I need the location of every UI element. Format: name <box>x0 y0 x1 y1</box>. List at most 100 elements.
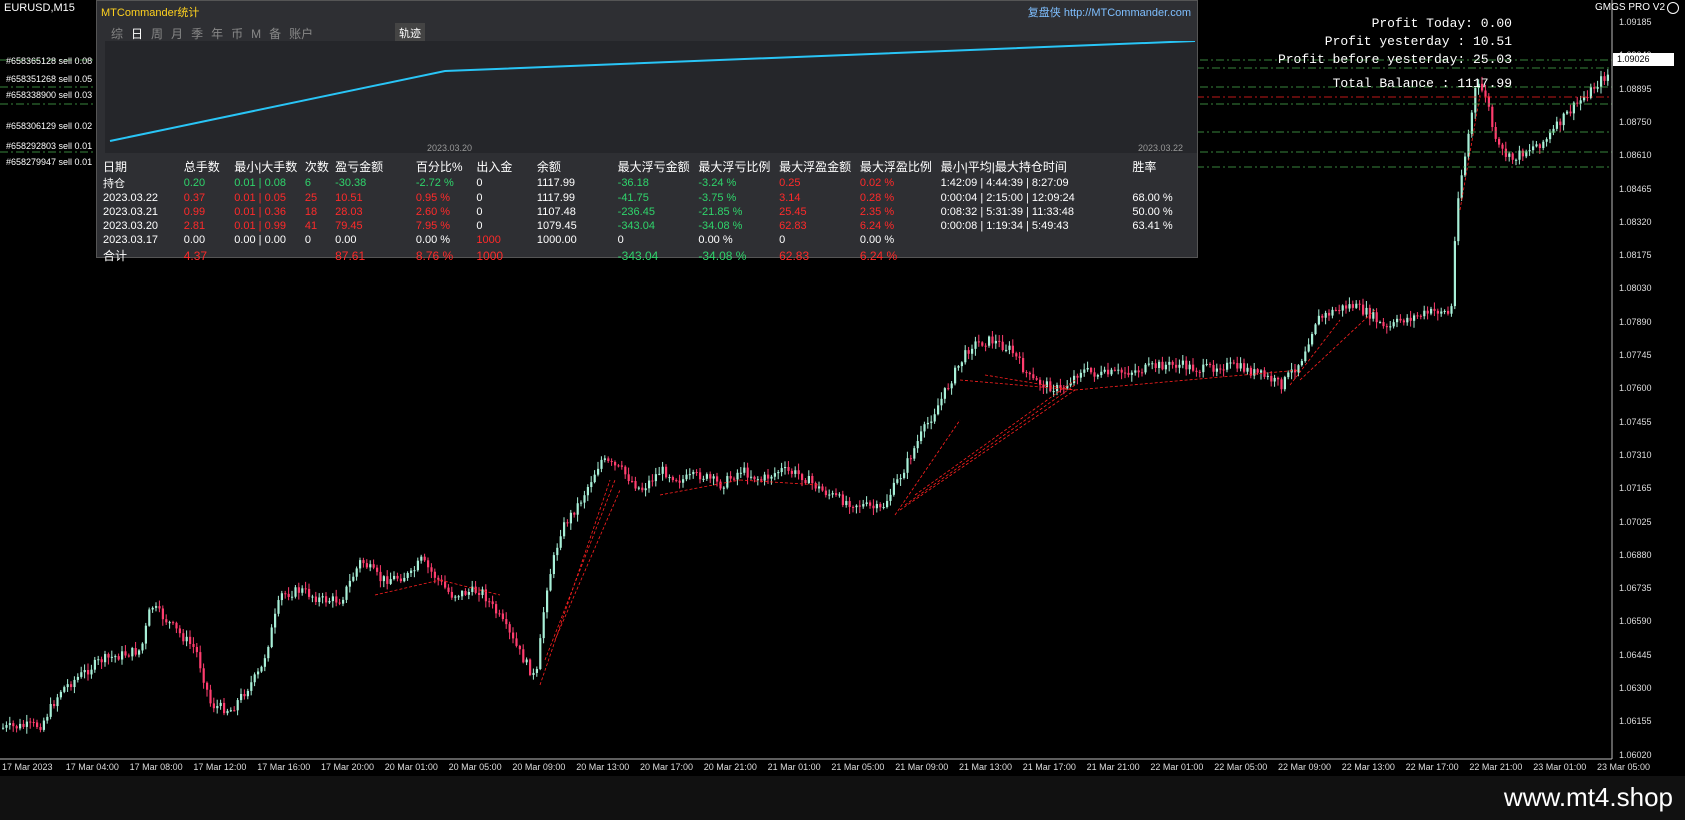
candle-body <box>1297 365 1300 373</box>
current-price-tag: 1.09026 <box>1613 53 1674 66</box>
candle-body <box>260 666 263 672</box>
table-cell: 0.00 % <box>859 234 895 246</box>
table-cell: 1000 <box>476 248 504 263</box>
table-header: 胜率 <box>1132 160 1157 174</box>
table-cell: 0.99 <box>183 206 206 218</box>
order-label[interactable]: #658351268 sell 0.05 <box>6 74 92 84</box>
candle-body <box>1406 317 1409 323</box>
candle-body <box>552 555 555 575</box>
candle-body <box>342 599 345 604</box>
order-label[interactable]: #658365128 sell 0.08 <box>6 56 92 66</box>
graph-date-start: 2023.03.20 <box>427 143 473 153</box>
candle-body <box>1559 121 1562 126</box>
track-button[interactable]: 轨迹 <box>395 23 425 43</box>
candle-body <box>1430 308 1433 314</box>
candle-body <box>614 461 617 466</box>
panel-tab[interactable]: 日 <box>131 25 143 42</box>
panel-tab[interactable]: 年 <box>211 25 223 42</box>
candle-body <box>532 672 535 675</box>
candle-body <box>671 477 674 481</box>
candle-body <box>352 576 355 581</box>
candle-body <box>845 501 848 506</box>
table-cell: 50.00 % <box>1132 206 1173 218</box>
table-header: 最大浮亏比例 <box>698 160 771 174</box>
equity-graph <box>105 40 1197 153</box>
candle-body <box>1171 361 1174 365</box>
watermark: www.mt4.shop <box>1503 782 1673 812</box>
candle-body <box>1504 148 1507 157</box>
candle-body <box>1141 372 1144 374</box>
panel-tab[interactable]: 币 <box>231 25 243 42</box>
table-cell: -34.08 % <box>698 220 743 232</box>
candle-body <box>855 505 858 508</box>
table-cell: -2.72 % <box>415 177 454 189</box>
candle-body <box>53 703 56 707</box>
panel-tab[interactable]: 月 <box>171 25 183 42</box>
candle-body <box>780 468 783 473</box>
order-label[interactable]: #658306129 sell 0.02 <box>6 121 92 131</box>
time-tick: 21 Mar 13:00 <box>959 762 1013 772</box>
candle-body <box>172 622 175 624</box>
candle-body <box>1226 362 1229 370</box>
table-header: 最大浮亏金额 <box>617 160 690 174</box>
candle-body <box>590 482 593 488</box>
candle-body <box>195 646 198 653</box>
table-cell: 0.00 <box>335 234 357 246</box>
panel-tab[interactable]: 账户 <box>289 25 313 42</box>
time-tick: 17 Mar 04:00 <box>65 762 119 772</box>
order-label[interactable]: #658338900 sell 0.03 <box>6 90 92 100</box>
panel-tab[interactable]: 季 <box>191 25 203 42</box>
candle-body <box>148 609 151 626</box>
panel-site-link[interactable]: 复盘侠 http://MTCommander.com <box>1028 4 1191 20</box>
mtcommander-panel[interactable]: MTCommander统计 复盘侠 http://MTCommander.com… <box>96 0 1198 263</box>
candle-body <box>1011 345 1014 354</box>
candle-body <box>359 560 362 569</box>
candle-body <box>797 470 800 475</box>
candle-body <box>413 570 416 572</box>
candle-body <box>1283 377 1286 390</box>
candle-body <box>311 596 314 598</box>
profit-today: Profit Today: 0.00 <box>1371 16 1512 31</box>
table-cell: 18 <box>304 206 318 218</box>
table-cell: 0.01 | 0.99 <box>234 220 286 232</box>
candle-body <box>1028 372 1031 375</box>
candle-body <box>267 647 270 659</box>
candle-body <box>1555 121 1558 129</box>
candle-body <box>1015 353 1018 357</box>
candle-body <box>182 633 185 642</box>
panel-tab[interactable]: 综 <box>111 25 123 42</box>
candle-body <box>1328 312 1331 316</box>
candle-body <box>926 422 929 425</box>
candle-body <box>318 597 321 603</box>
candle-body <box>593 474 596 483</box>
candle-body <box>348 580 351 587</box>
panel-tab[interactable]: M <box>251 27 261 41</box>
table-cell <box>1132 247 1193 264</box>
candle-body <box>280 593 283 601</box>
candle-body <box>705 474 708 479</box>
candle-body <box>365 563 368 568</box>
table-cell: 0.25 <box>779 177 801 189</box>
candle-body <box>777 472 780 474</box>
table-cell: 持仓 <box>103 178 125 190</box>
candle-body <box>1413 315 1416 321</box>
candle-body <box>406 573 409 578</box>
candle-body <box>787 466 790 471</box>
order-label[interactable]: #658279947 sell 0.01 <box>6 157 92 167</box>
candle-body <box>284 593 287 595</box>
panel-tab[interactable]: 备 <box>269 25 281 42</box>
candle-body <box>709 474 712 479</box>
candle-body <box>178 628 181 634</box>
candle-body <box>937 405 940 415</box>
panel-tab[interactable]: 周 <box>151 25 163 42</box>
time-tick: 21 Mar 21:00 <box>1086 762 1140 772</box>
candle-body <box>80 672 83 677</box>
candle-body <box>654 474 657 482</box>
candle-body <box>1022 358 1025 373</box>
table-header: 出入金 <box>476 160 513 174</box>
candle-body <box>274 613 277 628</box>
candle-body <box>1341 305 1344 311</box>
order-label[interactable]: #658292803 sell 0.01 <box>6 141 92 151</box>
table-cell: 1117.99 <box>536 177 576 189</box>
candle-body <box>1515 159 1518 161</box>
